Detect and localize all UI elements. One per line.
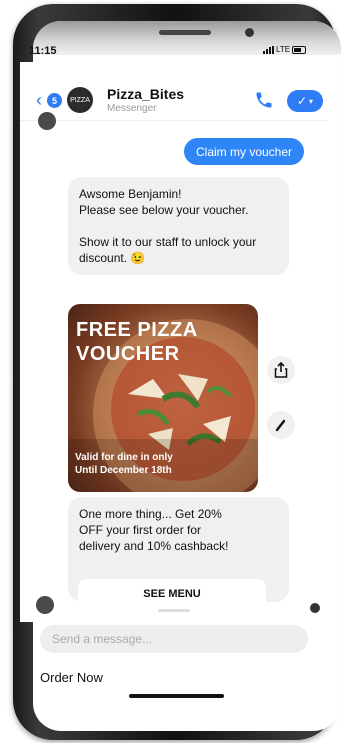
battery-icon — [292, 45, 307, 54]
phone-frame — [13, 4, 341, 740]
signal-icon — [263, 45, 274, 54]
status-time: 11:15 — [29, 45, 57, 57]
phone-screen — [33, 21, 341, 731]
network-label: LTE — [276, 45, 291, 54]
speaker-grille — [159, 30, 211, 35]
front-camera — [245, 28, 254, 37]
status-icons: LTE — [263, 45, 307, 54]
